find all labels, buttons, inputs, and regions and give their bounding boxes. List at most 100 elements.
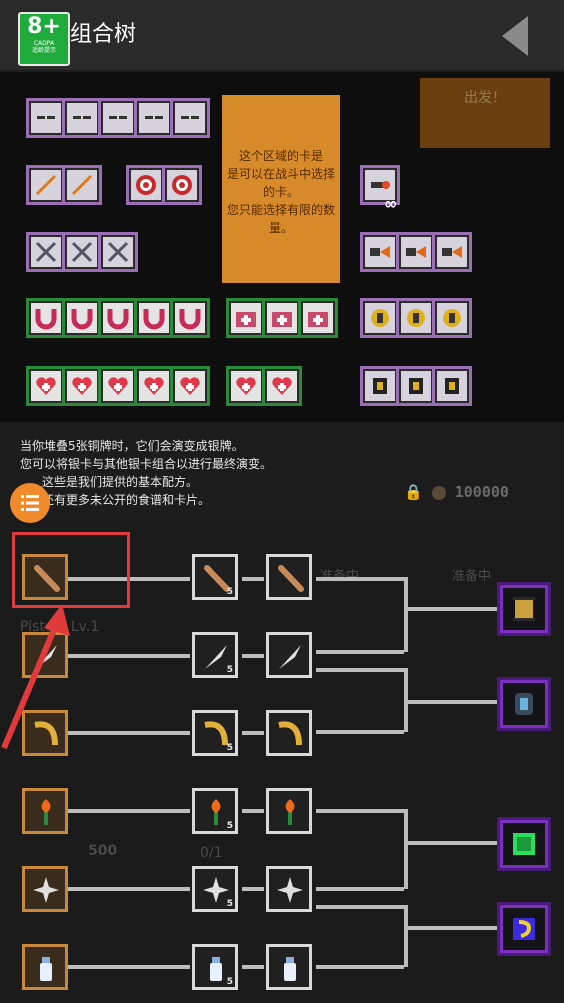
card-target[interactable] xyxy=(162,165,202,205)
torch-icon xyxy=(285,799,295,825)
boomerang-icon xyxy=(278,721,302,746)
card-magnet[interactable] xyxy=(170,298,210,338)
card-medkit[interactable] xyxy=(262,298,302,338)
result-green-crystal[interactable] xyxy=(500,820,548,868)
tile-shuriken-gold[interactable] xyxy=(266,866,312,912)
heart-icon xyxy=(180,377,200,395)
card-heart[interactable] xyxy=(134,366,174,406)
tile-boomerang-gold[interactable] xyxy=(266,710,312,756)
tile-milk-gold[interactable] xyxy=(266,944,312,990)
medkit-icon xyxy=(308,312,328,327)
medkit-icon xyxy=(236,312,256,327)
connector xyxy=(404,700,498,704)
card-dash[interactable] xyxy=(98,98,138,138)
card-heart[interactable] xyxy=(98,366,138,406)
card-flame-gun[interactable] xyxy=(396,232,436,272)
card-heart[interactable] xyxy=(62,366,102,406)
card-medkit[interactable] xyxy=(298,298,338,338)
crossed-swords-icon xyxy=(35,241,57,263)
tile-torch-silver[interactable]: 5 xyxy=(192,788,238,834)
card-sword[interactable] xyxy=(98,232,138,272)
connector xyxy=(316,809,404,813)
info-line: 量。 xyxy=(268,221,293,235)
selectable-cards-info: 这个区域的卡是 是可以在战斗中选择 的卡。 您只能选择有限的数 量。 xyxy=(222,95,340,283)
tile-shuriken-bronze[interactable] xyxy=(22,866,68,912)
shuriken-icon xyxy=(277,877,303,903)
result-scroll[interactable] xyxy=(500,585,548,633)
connector xyxy=(316,650,404,654)
info-line: 的卡。 xyxy=(262,185,299,199)
tile-milk-silver[interactable]: 5 xyxy=(192,944,238,990)
card-heart[interactable] xyxy=(226,366,266,406)
card-flame-gun[interactable] xyxy=(432,232,472,272)
card-dash[interactable] xyxy=(170,98,210,138)
connector xyxy=(316,887,404,891)
tile-torch-bronze[interactable] xyxy=(22,788,68,834)
card-magnet[interactable] xyxy=(26,298,66,338)
connector xyxy=(242,965,264,969)
result-rainbow-card[interactable] xyxy=(500,905,548,953)
card-coin[interactable] xyxy=(396,298,436,338)
dash-icon xyxy=(181,116,199,119)
card-arrow[interactable] xyxy=(62,165,102,205)
tile-knife-gold[interactable] xyxy=(266,632,312,678)
connector xyxy=(242,809,264,813)
heart-icon xyxy=(236,377,256,395)
flame-gun-icon xyxy=(406,246,426,258)
lock-icon: 🔒 xyxy=(404,483,423,501)
connector xyxy=(68,654,190,658)
card-magnet[interactable] xyxy=(98,298,138,338)
flame-gun-icon xyxy=(370,246,390,258)
menu-button[interactable] xyxy=(10,483,50,523)
list-icon xyxy=(21,495,39,511)
dash-icon xyxy=(109,116,127,119)
card-sword[interactable] xyxy=(62,232,102,272)
card-heart[interactable] xyxy=(262,366,302,406)
card-magnet[interactable] xyxy=(62,298,102,338)
card-bomb[interactable] xyxy=(396,366,436,406)
tile-knife-silver[interactable]: 5 xyxy=(192,632,238,678)
tile-bat-silver[interactable]: 5 xyxy=(192,554,238,600)
card-heart[interactable] xyxy=(26,366,66,406)
tile-torch-gold[interactable] xyxy=(266,788,312,834)
ghost-progress: 0/1 xyxy=(200,845,223,861)
card-bomb[interactable] xyxy=(360,366,400,406)
connector xyxy=(404,841,498,845)
green-crystal-icon xyxy=(513,833,535,855)
coin-icon xyxy=(407,309,425,327)
arrow-icon xyxy=(35,174,57,196)
connector xyxy=(316,730,404,734)
card-sword[interactable] xyxy=(26,232,66,272)
card-dash[interactable] xyxy=(134,98,174,138)
info-line: 这个区域的卡是 xyxy=(238,149,323,163)
card-magnet[interactable] xyxy=(134,298,174,338)
magnet-icon xyxy=(35,309,57,330)
ghost-cost: 500 xyxy=(88,843,118,859)
arrow-icon xyxy=(71,174,93,196)
card-heart[interactable] xyxy=(170,366,210,406)
card-coin[interactable] xyxy=(432,298,472,338)
card-arrow[interactable] xyxy=(26,165,66,205)
tile-bat-gold[interactable] xyxy=(266,554,312,600)
card-target[interactable] xyxy=(126,165,166,205)
card-coin[interactable] xyxy=(360,298,400,338)
stack-count: 5 xyxy=(226,977,233,987)
rainbow-card-icon xyxy=(513,918,535,940)
tile-shuriken-silver[interactable]: 5 xyxy=(192,866,238,912)
back-triangle-icon[interactable] xyxy=(500,14,530,58)
heart-icon xyxy=(72,377,92,395)
knife-icon xyxy=(279,645,301,669)
info-line: 是可以在战斗中选择 xyxy=(226,167,335,181)
tile-milk-bronze[interactable] xyxy=(22,944,68,990)
card-medkit[interactable] xyxy=(226,298,266,338)
tile-boomerang-silver[interactable]: 5 xyxy=(192,710,238,756)
result-armor[interactable] xyxy=(500,680,548,728)
connector xyxy=(404,926,498,930)
card-bomb[interactable] xyxy=(432,366,472,406)
card-dash[interactable] xyxy=(26,98,66,138)
connector xyxy=(404,577,408,652)
magnet-icon xyxy=(143,309,165,330)
milk-bottle-icon xyxy=(284,957,296,981)
card-flame-gun[interactable] xyxy=(360,232,400,272)
card-dash[interactable] xyxy=(62,98,102,138)
